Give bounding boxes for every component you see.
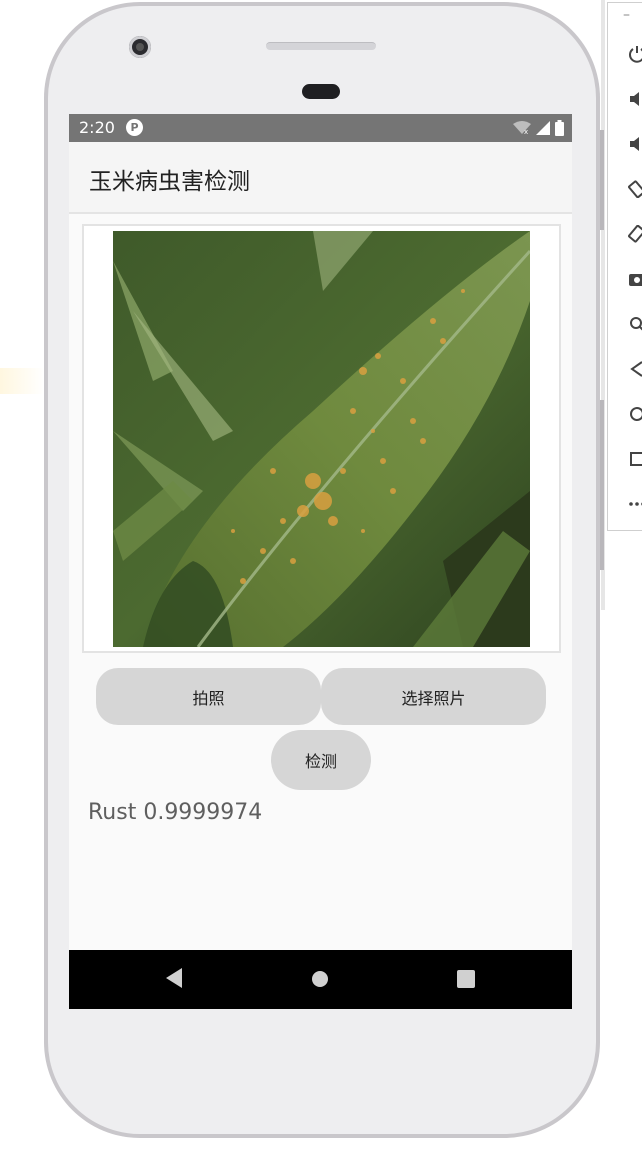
status-time: 2:20 (79, 118, 115, 137)
svg-text:x: x (524, 128, 528, 135)
recents-icon[interactable] (457, 970, 475, 988)
rotate-left-icon[interactable] (628, 180, 642, 198)
back-icon[interactable] (628, 360, 642, 378)
battery-icon (555, 120, 564, 136)
app-title: 玉米病虫害检测 (89, 169, 250, 195)
zoom-icon[interactable] (628, 315, 642, 333)
take-photo-button[interactable]: 拍照 (96, 668, 321, 725)
image-preview-frame (82, 224, 561, 653)
rotate-right-icon[interactable] (628, 225, 642, 243)
home-icon[interactable] (311, 970, 329, 988)
volume-down-icon[interactable] (628, 135, 642, 153)
wifi-icon: x (513, 121, 531, 135)
camera-icon[interactable] (628, 270, 642, 288)
overview-icon[interactable] (628, 450, 642, 468)
volume-up-icon[interactable] (628, 90, 642, 108)
detection-result: Rust 0.9999974 (88, 800, 263, 825)
power-icon[interactable] (628, 45, 642, 63)
more-icon[interactable] (628, 495, 642, 513)
emulator-toolbar: – (607, 2, 642, 531)
minimize-button[interactable]: – (623, 7, 630, 23)
proximity-sensor (302, 84, 340, 99)
status-bar: 2:20 P x (69, 114, 572, 142)
navigation-bar (69, 950, 572, 1009)
back-icon[interactable] (164, 967, 184, 989)
corn-leaf-image (113, 231, 530, 647)
earpiece-speaker (266, 42, 376, 50)
phone-screen: 2:20 P x 玉米病虫害检测 拍照 选择照片 检测 Rust 0.99999… (69, 114, 572, 1009)
background-glow (0, 368, 44, 394)
app-bar: 玉米病虫害检测 (69, 142, 572, 214)
notification-badge-icon: P (126, 119, 143, 136)
signal-icon (536, 121, 550, 135)
volume-side-button (600, 400, 604, 570)
select-photo-button[interactable]: 选择照片 (321, 668, 546, 725)
status-icons: x (513, 119, 564, 137)
detect-button[interactable]: 检测 (271, 730, 371, 790)
home-icon[interactable] (628, 405, 642, 423)
power-side-button (600, 130, 604, 230)
front-camera (129, 36, 151, 58)
